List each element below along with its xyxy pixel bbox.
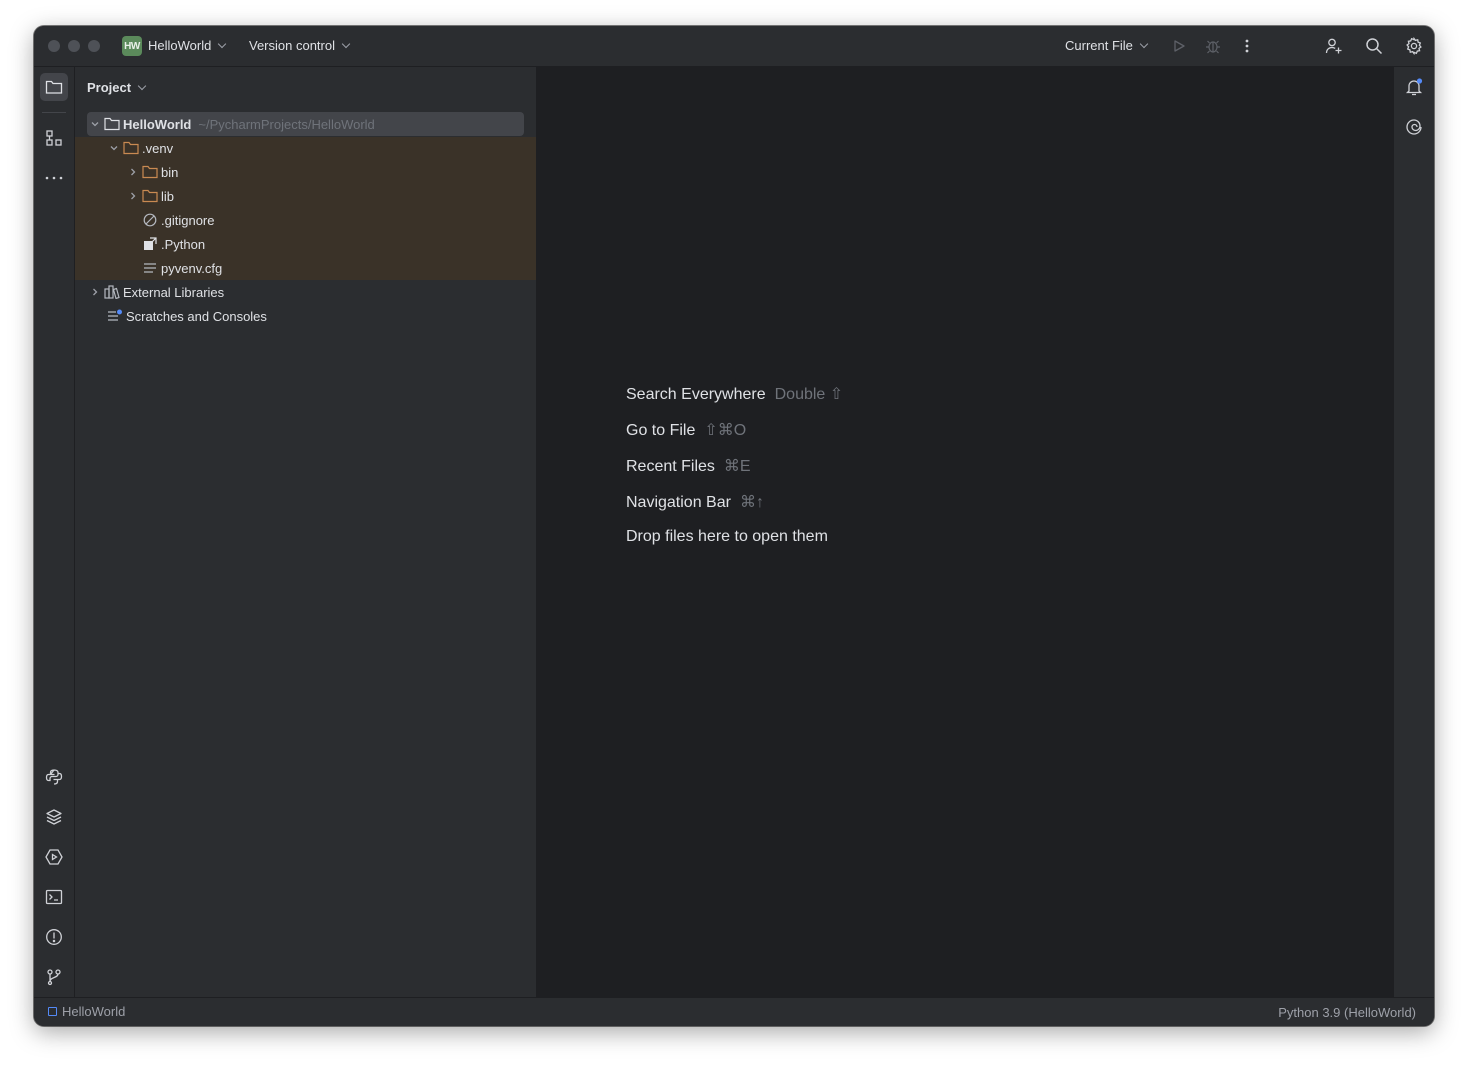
project-panel-title: Project — [87, 80, 132, 95]
tree-item-label: .venv — [142, 140, 174, 156]
tree-item-gitignore[interactable]: .gitignore — [141, 208, 214, 232]
run-config-label: Current File — [1065, 38, 1133, 53]
library-icon — [103, 284, 121, 300]
run-icon[interactable] — [1169, 36, 1189, 56]
chevron-down-icon — [1139, 39, 1149, 49]
hint-shortcut: ⇧⌘O — [704, 422, 747, 439]
hint-drop-files: Drop files here to open them — [626, 528, 828, 546]
project-badge[interactable]: HW — [122, 36, 142, 56]
hint-label: Search Everywhere — [626, 386, 766, 403]
chevron-down-icon — [341, 39, 351, 49]
tree-item-python-link[interactable]: .Python — [141, 232, 205, 256]
tree-item-venv[interactable]: .venv — [106, 136, 173, 160]
hint-go-to-file: Go to File ⇧⌘O — [626, 420, 746, 440]
right-tool-strip — [1393, 67, 1434, 997]
tree-item-label: pyvenv.cfg — [161, 260, 223, 276]
hint-navigation-bar: Navigation Bar ⌘↑ — [626, 492, 764, 512]
project-panel-header[interactable]: Project — [87, 80, 147, 95]
project-folder-icon[interactable] — [40, 73, 68, 101]
hint-label: Recent Files — [626, 458, 715, 475]
folder-icon — [103, 116, 121, 132]
folder-icon — [122, 140, 140, 156]
more-tool-windows-icon[interactable] — [40, 164, 68, 192]
tree-item-lib[interactable]: lib — [125, 184, 174, 208]
hint-shortcut: ⌘E — [723, 458, 751, 475]
add-user-icon[interactable] — [1324, 36, 1344, 56]
hint-label: Navigation Bar — [626, 494, 731, 511]
chevron-right-icon[interactable] — [125, 188, 141, 204]
hint-shortcut: ⌘↑ — [739, 494, 764, 511]
hint-search-everywhere: Search Everywhere Double ⇧ — [626, 384, 843, 404]
notifications-bell-icon[interactable] — [1401, 74, 1427, 100]
python-packages-icon[interactable] — [40, 803, 68, 831]
hint-label: Drop files here to open them — [626, 528, 828, 545]
tree-item-label: HelloWorld — [123, 116, 192, 132]
strip-divider — [42, 112, 66, 113]
left-tool-strip — [34, 67, 75, 997]
ignore-file-icon — [141, 212, 159, 228]
settings-gear-icon[interactable] — [1404, 36, 1424, 56]
tree-item-helloworld[interactable]: HelloWorld ~/PycharmProjects/HelloWorld — [87, 112, 524, 136]
search-icon[interactable] — [1364, 36, 1384, 56]
tree-item-label: .gitignore — [161, 212, 215, 228]
folder-icon — [141, 188, 159, 204]
project-name: HelloWorld — [148, 38, 212, 53]
hint-recent-files: Recent Files ⌘E — [626, 456, 751, 476]
project-selector[interactable]: HelloWorld — [148, 38, 227, 53]
hint-shortcut: Double ⇧ — [774, 386, 844, 403]
chevron-down-icon — [218, 39, 227, 49]
project-path: ~/PycharmProjects/HelloWorld — [198, 116, 375, 132]
status-project-name: HelloWorld — [62, 1004, 126, 1019]
ai-assistant-icon[interactable] — [1401, 114, 1427, 140]
tree-item-label: lib — [161, 188, 175, 204]
tree-item-label: .Python — [161, 236, 206, 252]
more-actions-icon[interactable] — [1237, 36, 1257, 56]
services-icon[interactable] — [40, 843, 68, 871]
text-file-icon — [141, 260, 159, 276]
version-control-menu[interactable]: Version control — [249, 38, 351, 53]
run-config-selector[interactable]: Current File — [1065, 38, 1149, 53]
chevron-down-icon[interactable] — [106, 140, 122, 156]
tree-item-label: Scratches and Consoles — [126, 308, 267, 324]
zoom-window-button[interactable] — [88, 40, 100, 52]
python-console-icon[interactable] — [40, 763, 68, 791]
debug-icon[interactable] — [1203, 36, 1223, 56]
structure-icon[interactable] — [40, 124, 68, 152]
git-branch-icon[interactable] — [40, 963, 68, 991]
status-bar: HelloWorld Python 3.9 (HelloWorld) — [34, 997, 1434, 1026]
module-icon — [48, 1007, 57, 1016]
ide-window: HW HelloWorld Version control Current Fi… — [34, 26, 1434, 1026]
version-control-label: Version control — [249, 38, 335, 53]
tree-item-bin[interactable]: bin — [125, 160, 178, 184]
chevron-down-icon[interactable] — [87, 116, 103, 132]
folder-icon — [141, 164, 159, 180]
terminal-icon[interactable] — [40, 883, 68, 911]
chevron-right-icon[interactable] — [87, 284, 103, 300]
tree-item-label: External Libraries — [123, 284, 225, 300]
minimize-window-button[interactable] — [68, 40, 80, 52]
chevron-right-icon[interactable] — [125, 164, 141, 180]
status-project-breadcrumb[interactable]: HelloWorld — [48, 1004, 125, 1019]
project-tool-window: Project HelloWorld ~/PycharmProjects/Hel… — [75, 67, 537, 997]
status-interpreter[interactable]: Python 3.9 (HelloWorld) — [1278, 1005, 1416, 1020]
title-bar: HW HelloWorld Version control Current Fi… — [34, 26, 1434, 67]
symlink-file-icon — [141, 236, 159, 252]
tree-item-pyvenv-cfg[interactable]: pyvenv.cfg — [141, 256, 222, 280]
scratches-icon — [106, 308, 124, 324]
problems-icon[interactable] — [40, 923, 68, 951]
hint-label: Go to File — [626, 422, 696, 439]
editor-empty-area[interactable]: Search Everywhere Double ⇧ Go to File ⇧⌘O … — [537, 67, 1393, 997]
close-window-button[interactable] — [48, 40, 60, 52]
tree-item-external-libraries[interactable]: External Libraries — [87, 280, 224, 304]
chevron-down-icon — [137, 81, 147, 91]
tree-item-label: bin — [161, 164, 179, 180]
tree-item-scratches[interactable]: Scratches and Consoles — [106, 304, 267, 328]
